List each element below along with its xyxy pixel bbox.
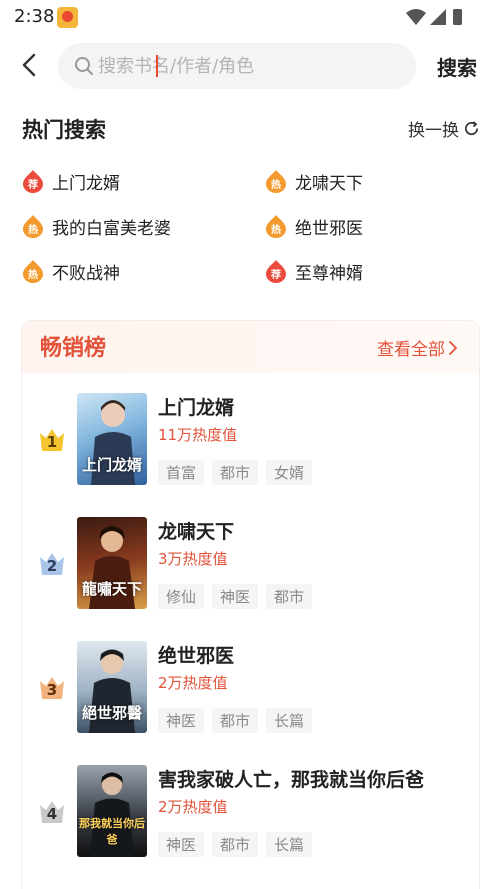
hot-search-label: 我的白富美老婆 <box>52 218 171 239</box>
rank-number: 2 <box>46 557 58 575</box>
chevron-left-icon <box>22 53 36 77</box>
search-button[interactable]: 搜索 <box>437 52 477 81</box>
rank-number: 4 <box>46 805 58 823</box>
hot-search-title: 热门搜索 <box>22 118 106 142</box>
book-tag[interactable]: 女婿 <box>266 460 313 485</box>
book-row[interactable]: 4 那我就当你后爸 害我家破人亡，那我就当你后爸 2万热度值 神医 都市 长篇 <box>22 765 479 861</box>
rank-crown-icon: 4 <box>38 797 66 825</box>
text-caret <box>156 55 158 77</box>
refresh-icon <box>465 121 479 136</box>
book-tag[interactable]: 都市 <box>212 460 259 485</box>
status-time: 2:38 <box>14 6 55 27</box>
rank-number: 1 <box>46 433 58 451</box>
badge-label: 热 <box>271 179 281 191</box>
book-tag[interactable]: 神医 <box>158 832 205 857</box>
refresh-label: 换一换 <box>408 121 459 141</box>
cover-title: 那我就当你后爸 <box>79 817 145 846</box>
search-icon <box>75 57 93 75</box>
book-row[interactable]: 1 上门龙婿 上门龙婿 11万热度值 首富 都市 女婿 <box>22 393 479 489</box>
search-header: 搜索 <box>0 42 500 90</box>
book-heat: 3万热度值 <box>158 550 228 568</box>
bestseller-card: 畅销榜 查看全部 1 上门龙婿 上门龙婿 11万热度值 首富 都市 女婿 2 龍… <box>21 320 480 889</box>
book-tags: 首富 都市 女婿 <box>158 460 313 485</box>
book-cover[interactable]: 絕世邪醫 <box>77 641 147 733</box>
hot-badge-icon: 热 <box>22 214 44 238</box>
view-all-link[interactable]: 查看全部 <box>377 335 457 360</box>
hot-search-item[interactable]: 热 龙啸天下 <box>265 166 363 196</box>
refresh-button[interactable]: 换一换 <box>408 116 480 141</box>
hot-search-label: 上门龙婿 <box>52 173 120 194</box>
book-title: 绝世邪医 <box>158 645 235 667</box>
book-tags: 修仙 神医 都市 <box>158 584 313 609</box>
book-title: 害我家破人亡，那我就当你后爸 <box>158 769 425 791</box>
book-tag[interactable]: 长篇 <box>266 708 313 733</box>
hot-search-item[interactable]: 荐 上门龙婿 <box>22 166 120 196</box>
battery-icon <box>453 9 462 25</box>
chevron-right-icon <box>449 340 457 355</box>
book-heat: 2万热度值 <box>158 674 228 692</box>
book-tag[interactable]: 都市 <box>212 708 259 733</box>
recommend-badge-icon: 荐 <box>265 259 287 283</box>
hot-search-label: 绝世邪医 <box>295 218 363 239</box>
bestseller-title: 畅销榜 <box>40 336 107 361</box>
book-title: 上门龙婿 <box>158 397 235 419</box>
book-cover[interactable]: 龍嘯天下 <box>77 517 147 609</box>
hot-badge-icon: 热 <box>265 169 287 193</box>
book-heat: 11万热度值 <box>158 426 238 444</box>
cover-title: 絕世邪醫 <box>81 704 142 722</box>
app-notification-icon <box>57 7 78 28</box>
back-button[interactable] <box>14 50 44 80</box>
bestseller-header: 畅销榜 查看全部 <box>22 321 479 373</box>
book-tags: 神医 都市 长篇 <box>158 832 313 857</box>
wifi-icon <box>406 9 426 25</box>
search-input[interactable] <box>98 43 398 89</box>
book-row[interactable]: 3 絕世邪醫 绝世邪医 2万热度值 神医 都市 长篇 <box>22 641 479 737</box>
hot-badge-icon: 热 <box>22 259 44 283</box>
badge-label: 热 <box>28 224 38 236</box>
hot-search-item[interactable]: 热 不败战神 <box>22 256 120 286</box>
book-tag[interactable]: 长篇 <box>266 832 313 857</box>
book-tag[interactable]: 神医 <box>158 708 205 733</box>
rank-number: 3 <box>46 681 58 699</box>
badge-label: 热 <box>271 224 281 236</box>
cover-title: 上门龙婿 <box>81 456 142 474</box>
book-title: 龙啸天下 <box>158 521 235 543</box>
book-tag[interactable]: 都市 <box>266 584 313 609</box>
book-cover[interactable]: 那我就当你后爸 <box>77 765 147 857</box>
book-heat: 2万热度值 <box>158 798 228 816</box>
book-tags: 神医 都市 长篇 <box>158 708 313 733</box>
badge-label: 荐 <box>28 179 38 191</box>
hot-search-label: 不败战神 <box>52 263 120 284</box>
book-row[interactable]: 2 龍嘯天下 龙啸天下 3万热度值 修仙 神医 都市 <box>22 517 479 613</box>
hot-search-label: 龙啸天下 <box>295 173 363 194</box>
hot-search-item[interactable]: 荐 至尊神婿 <box>265 256 363 286</box>
signal-icon <box>430 9 446 25</box>
status-bar: 2:38 <box>0 0 500 34</box>
hot-search-item[interactable]: 热 我的白富美老婆 <box>22 211 171 241</box>
hot-search-item[interactable]: 热 绝世邪医 <box>265 211 363 241</box>
view-all-label: 查看全部 <box>377 340 445 360</box>
status-icons <box>406 9 462 25</box>
rank-crown-icon: 1 <box>38 425 66 453</box>
hot-search-label: 至尊神婿 <box>295 263 363 284</box>
recommend-badge-icon: 荐 <box>22 169 44 193</box>
book-tag[interactable]: 都市 <box>212 832 259 857</box>
book-tag[interactable]: 修仙 <box>158 584 205 609</box>
cover-title: 龍嘯天下 <box>81 580 142 598</box>
badge-label: 热 <box>28 269 38 281</box>
book-cover[interactable]: 上门龙婿 <box>77 393 147 485</box>
hot-badge-icon: 热 <box>265 214 287 238</box>
badge-label: 荐 <box>271 269 281 281</box>
rank-crown-icon: 3 <box>38 673 66 701</box>
book-tag[interactable]: 神医 <box>212 584 259 609</box>
book-tag[interactable]: 首富 <box>158 460 205 485</box>
search-box[interactable] <box>58 43 416 89</box>
rank-crown-icon: 2 <box>38 549 66 577</box>
